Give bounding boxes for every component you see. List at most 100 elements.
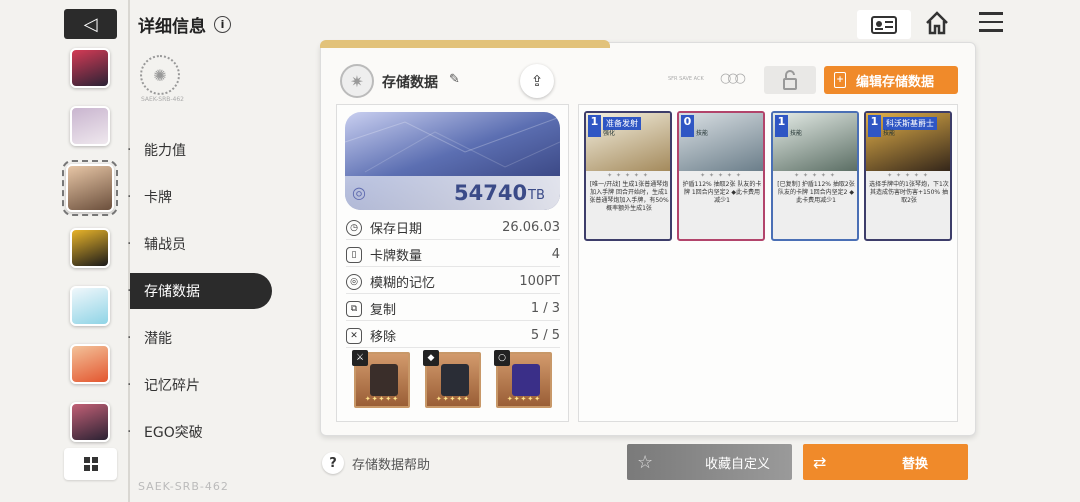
equipment-stars: ✦✦✦✦✦ [506, 395, 542, 403]
swap-icon: ⇄ [813, 452, 827, 472]
menu-item[interactable]: EGO突破 [127, 414, 272, 450]
replace-label: 替换 [901, 456, 928, 472]
card-cost: 1 [588, 115, 601, 137]
equipment-type-icon: ◆ [423, 350, 439, 366]
home-icon [926, 11, 948, 35]
stat-icon: ⧉ [346, 300, 362, 317]
help-link[interactable]: ? 存储数据帮助 [322, 452, 430, 474]
back-arrow-icon: ◁ [83, 13, 98, 35]
equipment-slot[interactable]: ◆ ✦✦✦✦✦ [423, 350, 481, 408]
stat-value: 1 / 3 [530, 301, 560, 316]
stat-label: 模糊的记忆 [370, 276, 436, 291]
character-avatar[interactable] [70, 286, 110, 326]
menu-item[interactable]: 能力值 [127, 132, 272, 168]
id-card-button[interactable] [857, 10, 911, 39]
edit-storage-label: 编辑存储数据 [856, 74, 935, 90]
deck-card[interactable]: 0 技能 ✦ ✦ ✦ ✦ ✦ 护盾112% 抽取2张 队友的卡牌 1回合内坚定2 ◆此… [677, 111, 765, 241]
panel-title: 存储数据 [382, 75, 438, 91]
star-bookmark-icon: ☆ [637, 451, 654, 473]
card-description: [已复制] 护盾112% 抽取2张 队友的卡牌 1回合内坚定2 ◆此卡费用减少1 [777, 181, 855, 204]
equipment-stars: ✦✦✦✦✦ [435, 395, 471, 403]
character-avatar[interactable] [70, 228, 110, 268]
menu-button[interactable] [979, 12, 1003, 38]
stat-row: ◎ 模糊的记忆 100PT [346, 270, 560, 294]
equipment-art [441, 364, 469, 396]
emblem-caption: SAEK-SRB-462 [141, 96, 184, 103]
stat-row: ◷ 保存日期 26.06.03 [346, 216, 560, 240]
character-avatar[interactable] [70, 48, 110, 88]
lock-button[interactable] [764, 66, 816, 94]
card-type: 技能 [883, 130, 896, 137]
card-description: 护盾112% 抽取2张 队友的卡牌 1回合内坚定2 ◆此卡费用减少1 [682, 181, 762, 204]
storage-swirl-icon: ◎ [352, 183, 366, 202]
card-description: 选择手牌中的1张琴炮，下1次其造成伤害时伤害+150% 抽取2张 [869, 181, 949, 204]
replace-button[interactable]: ⇄ 替换 [803, 444, 968, 480]
character-avatar[interactable] [70, 106, 110, 146]
edit-card-icon: + [834, 72, 846, 88]
card-stars-icon: ✦ ✦ ✦ ✦ ✦ [607, 172, 649, 179]
collect-custom-button[interactable]: ☆ 收藏自定义 [627, 444, 792, 480]
edit-storage-button[interactable]: + 编辑存储数据 [824, 66, 958, 94]
share-icon: ⇪ [530, 72, 544, 90]
menu-item[interactable]: 辅战员 [127, 226, 272, 262]
storage-emblem-icon: ✷ [340, 64, 374, 98]
equipment-stars: ✦✦✦✦✦ [364, 395, 400, 403]
equipment-art [370, 364, 398, 396]
info-icon[interactable]: i [214, 16, 231, 33]
emblem-icon: ✺ [140, 55, 180, 95]
card-type: 技能 [790, 130, 803, 137]
stat-value: 100PT [519, 274, 560, 289]
rings-icon: ○○○ [720, 71, 746, 86]
hamburger-icon [979, 12, 1003, 32]
status-caption: SFR SAVE ACK [668, 76, 704, 82]
watermark-text: SAEK-SRB-462 [138, 480, 229, 493]
card-description: [唯一/开战] 生成1张普通琴炮加入手牌 回合开始时，生成1张普通琴炮加入手牌，… [589, 181, 669, 212]
home-button[interactable] [924, 10, 950, 42]
detail-menu: 能力值卡牌辅战员存储数据潜能记忆碎片 EGO突破 [127, 132, 272, 461]
stat-label: 移除 [370, 330, 397, 345]
equipment-slot[interactable]: ⚔ ✦✦✦✦✦ [352, 350, 410, 408]
character-avatar[interactable] [62, 160, 118, 216]
grid-view-button[interactable] [64, 448, 117, 480]
stat-value: 26.06.03 [502, 220, 560, 235]
stat-value: 5 / 5 [530, 328, 560, 343]
menu-item[interactable]: 潜能 [127, 320, 272, 356]
rename-pencil-icon[interactable]: ✎ [449, 72, 460, 87]
card-stars-icon: ✦ ✦ ✦ ✦ ✦ [794, 172, 836, 179]
panel-tab-accent [320, 40, 610, 48]
stat-icon: ✕ [346, 327, 362, 344]
stat-label: 卡牌数量 [370, 249, 423, 264]
stat-row: ✕ 移除 5 / 5 [346, 324, 560, 348]
menu-item[interactable]: 记忆碎片 [127, 367, 272, 403]
deck-card[interactable]: 1 准备发射 强化 ✦ ✦ ✦ ✦ ✦ [唯一/开战] 生成1张普通琴炮加入手牌 回合开… [584, 111, 672, 241]
stat-row: ⧉ 复制 1 / 3 [346, 297, 560, 321]
equipment-type-icon: ⚔ [352, 350, 368, 366]
menu-item[interactable]: 存储数据 [127, 273, 272, 309]
equipment-type-icon: ○ [494, 350, 510, 366]
deck-card[interactable]: 1 技能 ✦ ✦ ✦ ✦ ✦ [已复制] 护盾112% 抽取2张 队友的卡牌 1回合内… [771, 111, 859, 241]
card-type: 强化 [603, 130, 616, 137]
storage-size-unit: TB [528, 188, 545, 203]
help-label: 存储数据帮助 [352, 457, 431, 473]
share-button[interactable]: ⇪ [520, 64, 554, 98]
card-type: 技能 [696, 130, 709, 137]
storage-size-value: 54740 [454, 181, 528, 205]
card-stars-icon: ✦ ✦ ✦ ✦ ✦ [887, 172, 929, 179]
character-avatar[interactable] [70, 344, 110, 384]
stat-label: 保存日期 [370, 222, 423, 237]
stat-label: 复制 [370, 303, 397, 318]
page-title: 详细信息 i [138, 12, 231, 37]
stat-value: 4 [551, 247, 560, 262]
collect-label: 收藏自定义 [704, 456, 770, 472]
equipment-slot[interactable]: ○ ✦✦✦✦✦ [494, 350, 552, 408]
stat-icon: ◷ [346, 219, 362, 236]
character-list [58, 48, 122, 460]
menu-item[interactable]: 卡牌 [127, 179, 272, 215]
deck-card[interactable]: 1 科沃斯基爵士 技能 ✦ ✦ ✦ ✦ ✦ 选择手牌中的1张琴炮，下1次其造成伤害时伤害… [864, 111, 952, 241]
back-button[interactable]: ◁ [64, 9, 117, 39]
card-cost: 1 [775, 115, 788, 137]
card-cost: 1 [868, 115, 881, 137]
character-avatar[interactable] [70, 402, 110, 442]
stat-icon: ▯ [346, 246, 362, 263]
stat-row: ▯ 卡牌数量 4 [346, 243, 560, 267]
